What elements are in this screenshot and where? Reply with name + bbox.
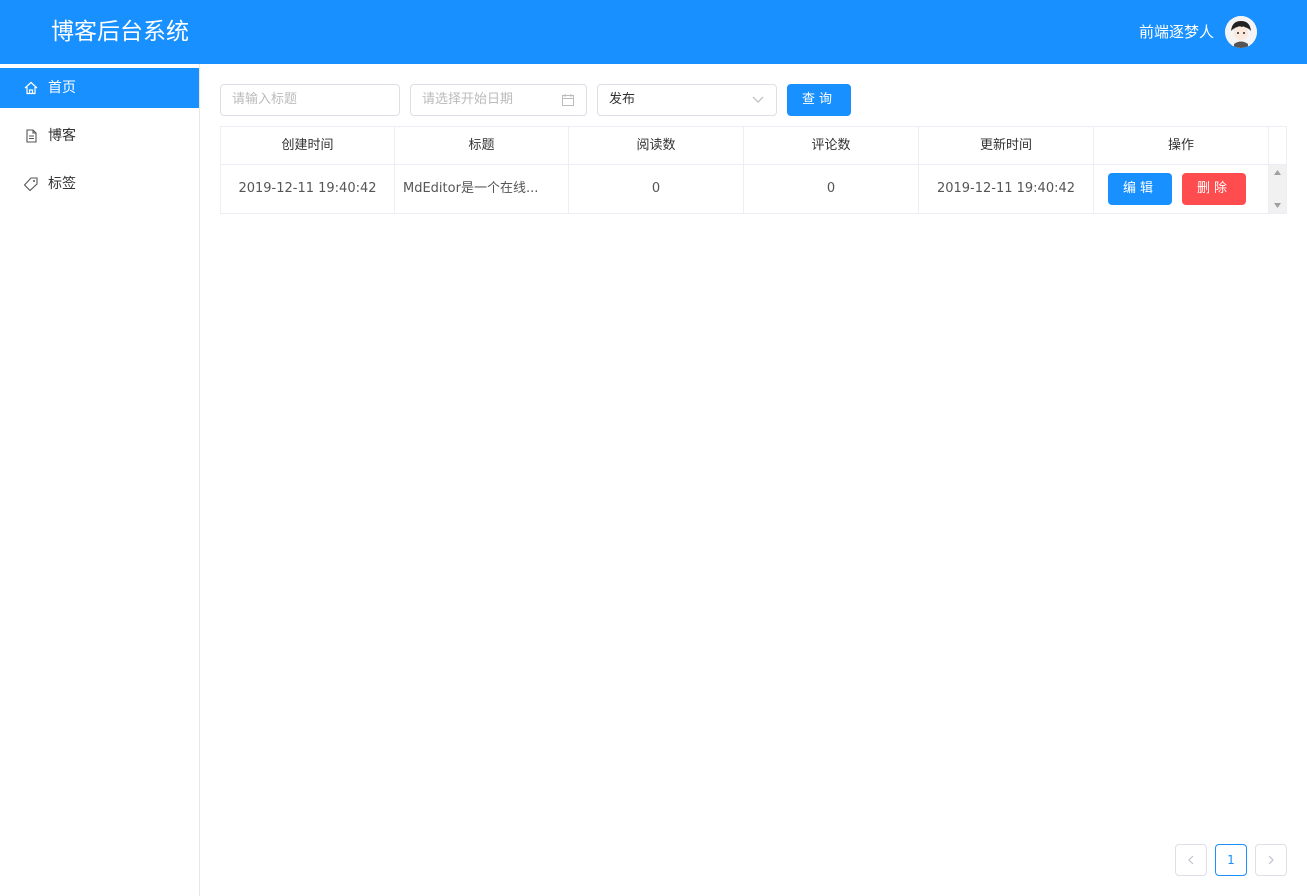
cell-reads: 0 — [569, 165, 744, 213]
document-icon — [26, 129, 37, 143]
column-header: 操作 — [1094, 127, 1269, 165]
delete-button[interactable]: 删除 — [1182, 173, 1246, 205]
cell-created: 2019-12-11 19:40:42 — [221, 165, 395, 213]
scroll-down-icon[interactable] — [1274, 203, 1281, 208]
page-number-button[interactable]: 1 — [1215, 844, 1247, 876]
cell-updated: 2019-12-11 19:40:42 — [919, 165, 1094, 213]
chevron-right-icon — [1268, 855, 1274, 865]
column-header: 更新时间 — [919, 127, 1094, 165]
cell-actions: 编辑 删除 — [1094, 165, 1269, 213]
edit-button[interactable]: 编辑 — [1108, 173, 1172, 205]
cell-title: MdEditor是一个在线... — [395, 165, 569, 213]
table-header-gutter — [1269, 127, 1286, 165]
top-header: 博客后台系统 前端逐梦人 — [0, 0, 1307, 64]
articles-table: 创建时间 标题 阅读数 评论数 更新时间 操作 2019-12-11 19:40… — [220, 126, 1287, 214]
app-title: 博客后台系统 — [51, 19, 189, 45]
column-header: 阅读数 — [569, 127, 744, 165]
column-header: 评论数 — [744, 127, 919, 165]
sidebar-item-label: 标签 — [48, 176, 76, 192]
main-content: 请输入标题 请选择开始日期 发布 查询 创建时间 标题 阅读数 评论数 更新时间… — [200, 64, 1307, 896]
start-date-picker[interactable]: 请选择开始日期 — [410, 84, 587, 116]
sidebar-item-tags[interactable]: 标签 — [0, 164, 199, 204]
prev-page-button[interactable] — [1175, 844, 1207, 876]
calendar-icon — [562, 94, 574, 106]
sidebar-item-label: 博客 — [48, 128, 76, 144]
date-placeholder: 请选择开始日期 — [422, 92, 514, 107]
chevron-down-icon — [752, 96, 764, 103]
tag-icon — [24, 177, 38, 191]
sidebar-item-label: 首页 — [48, 80, 76, 96]
home-icon — [24, 81, 38, 95]
scroll-up-icon[interactable] — [1274, 170, 1281, 175]
column-header: 标题 — [395, 127, 569, 165]
sidebar: 首页 博客 标签 — [0, 64, 200, 896]
chevron-left-icon — [1188, 855, 1194, 865]
table-scrollbar[interactable] — [1269, 165, 1286, 213]
status-value: 发布 — [609, 92, 636, 107]
cell-comments: 0 — [744, 165, 919, 213]
sidebar-item-blog[interactable]: 博客 — [0, 116, 199, 156]
status-select[interactable]: 发布 — [597, 84, 777, 116]
column-header: 创建时间 — [221, 127, 395, 165]
search-button[interactable]: 查询 — [787, 84, 851, 116]
user-name[interactable]: 前端逐梦人 — [1139, 22, 1214, 42]
title-search-input[interactable]: 请输入标题 — [220, 84, 400, 116]
next-page-button[interactable] — [1255, 844, 1287, 876]
avatar[interactable] — [1225, 16, 1257, 48]
sidebar-item-home[interactable]: 首页 — [0, 68, 199, 108]
avatar-icon — [1225, 16, 1257, 48]
title-placeholder: 请输入标题 — [232, 92, 298, 107]
